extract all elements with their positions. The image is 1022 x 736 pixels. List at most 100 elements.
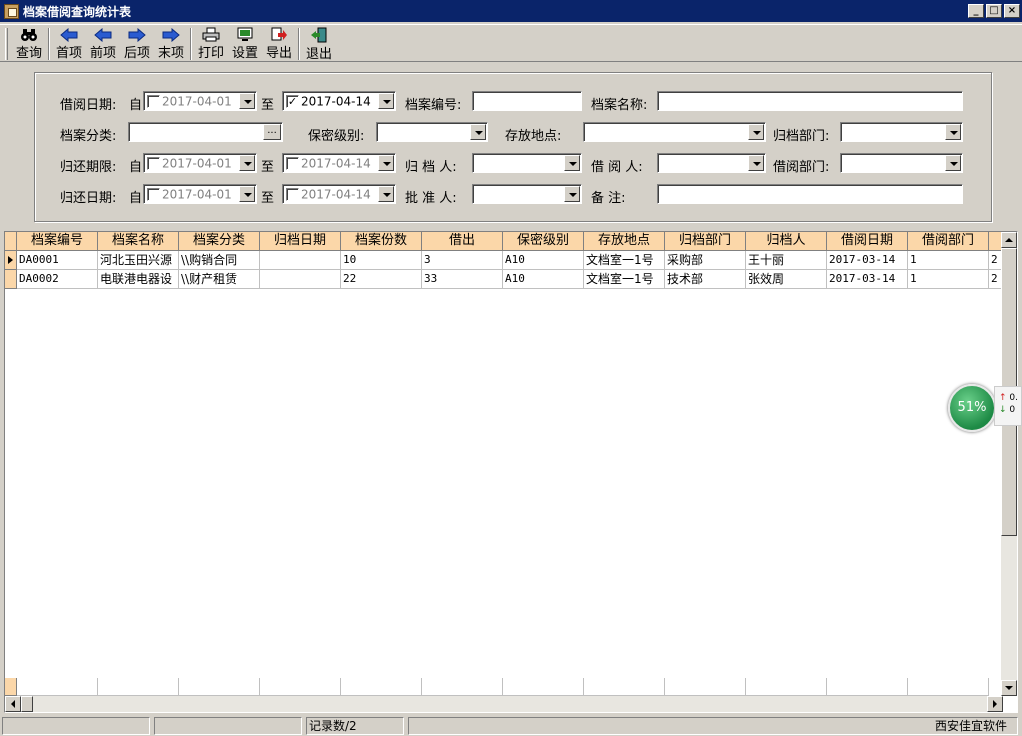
column-header[interactable]: 档案编号 xyxy=(17,232,98,251)
column-header[interactable]: 档案分类 xyxy=(179,232,260,251)
dropdown-arrow-icon[interactable] xyxy=(378,93,394,109)
archive-name-input[interactable] xyxy=(657,91,963,111)
scroll-down-icon[interactable] xyxy=(1001,680,1017,696)
first-button[interactable]: 首项 xyxy=(52,25,86,61)
borrower-label: 借 阅 人: xyxy=(591,160,643,175)
column-header[interactable]: 借阅部门 xyxy=(908,232,989,251)
remark-input[interactable] xyxy=(657,184,963,204)
borrow-date-to[interactable]: ✓ 2017-04-14 xyxy=(282,91,396,111)
table-cell[interactable]: A10 xyxy=(503,270,584,289)
dropdown-arrow-icon[interactable] xyxy=(378,186,394,202)
table-cell[interactable]: \\购销合同 xyxy=(179,251,260,270)
return-to-checkbox[interactable] xyxy=(286,188,299,201)
column-header[interactable]: 保密级别 xyxy=(503,232,584,251)
table-cell[interactable]: 采购部 xyxy=(665,251,746,270)
table-cell[interactable]: 文档室一1号 xyxy=(584,270,665,289)
borrow-dept-select[interactable] xyxy=(840,153,963,173)
next-button[interactable]: 后项 xyxy=(120,25,154,61)
column-header[interactable]: 档案份数 xyxy=(341,232,422,251)
dropdown-arrow-icon[interactable] xyxy=(239,186,255,202)
table-cell[interactable]: A10 xyxy=(503,251,584,270)
ellipsis-button[interactable]: ... xyxy=(263,124,281,140)
table-cell[interactable]: DA0002 xyxy=(17,270,98,289)
table-row[interactable]: DA0001 河北玉田兴源 \\购销合同 10 3 A10 文档室一1号 采购部… xyxy=(5,251,1003,270)
due-date-to[interactable]: 2017-04-14 xyxy=(282,153,396,173)
borrow-from-checkbox[interactable] xyxy=(147,95,160,108)
column-header[interactable]: 归档日期 xyxy=(260,232,341,251)
performance-meter[interactable]: 51% xyxy=(948,384,996,432)
filter-panel: 借阅日期: 自 2017-04-01 至 ✓ 2017-04-14 档案编号: 档… xyxy=(34,72,992,222)
data-grid[interactable]: 档案编号 档案名称 档案分类 归档日期 档案份数 借出 保密级别 存放地点 归档… xyxy=(4,231,1018,713)
table-cell[interactable]: 3 xyxy=(422,251,503,270)
settings-button[interactable]: 设置 xyxy=(228,25,262,61)
dept-select[interactable] xyxy=(840,122,963,142)
table-cell[interactable]: 技术部 xyxy=(665,270,746,289)
dropdown-arrow-icon[interactable] xyxy=(564,155,580,171)
dropdown-arrow-icon[interactable] xyxy=(239,93,255,109)
horizontal-scrollbar[interactable] xyxy=(5,696,1003,712)
query-button[interactable]: 查询 xyxy=(12,25,46,61)
borrower-select[interactable] xyxy=(657,153,766,173)
table-cell[interactable]: \\财产租赁 xyxy=(179,270,260,289)
column-header[interactable]: 存放地点 xyxy=(584,232,665,251)
table-cell[interactable]: 2017-03-14 xyxy=(827,251,908,270)
maximize-button[interactable]: □ xyxy=(986,4,1002,18)
table-cell[interactable]: 文档室一1号 xyxy=(584,251,665,270)
hscroll-thumb[interactable] xyxy=(21,696,33,712)
secret-level-select[interactable] xyxy=(376,122,488,142)
dropdown-arrow-icon[interactable] xyxy=(748,155,764,171)
archiver-select[interactable] xyxy=(472,153,582,173)
minimize-button[interactable]: _ xyxy=(968,4,984,18)
table-cell[interactable]: 张效周 xyxy=(746,270,827,289)
export-button[interactable]: 导出 xyxy=(262,25,296,61)
scroll-left-icon[interactable] xyxy=(5,696,21,712)
table-cell[interactable]: DA0001 xyxy=(17,251,98,270)
prev-button[interactable]: 前项 xyxy=(86,25,120,61)
table-cell[interactable]: 电联港电器设 xyxy=(98,270,179,289)
table-cell[interactable]: 河北玉田兴源 xyxy=(98,251,179,270)
due-date-from[interactable]: 2017-04-01 xyxy=(143,153,257,173)
location-select[interactable] xyxy=(583,122,766,142)
table-cell[interactable]: 1 xyxy=(908,251,989,270)
return-date-to[interactable]: 2017-04-14 xyxy=(282,184,396,204)
print-button[interactable]: 打印 xyxy=(194,25,228,61)
dropdown-arrow-icon[interactable] xyxy=(470,124,486,140)
table-cell[interactable]: 1 xyxy=(908,270,989,289)
due-from-checkbox[interactable] xyxy=(147,157,160,170)
column-header[interactable]: 归档部门 xyxy=(665,232,746,251)
table-cell[interactable]: 33 xyxy=(422,270,503,289)
table-cell[interactable] xyxy=(260,270,341,289)
dropdown-arrow-icon[interactable] xyxy=(564,186,580,202)
table-cell[interactable]: 2017-03-14 xyxy=(827,270,908,289)
table-cell[interactable]: 22 xyxy=(341,270,422,289)
scroll-up-icon[interactable] xyxy=(1001,232,1017,248)
column-header[interactable]: 档案名称 xyxy=(98,232,179,251)
last-button[interactable]: 末项 xyxy=(154,25,188,61)
borrow-to-checkbox[interactable]: ✓ xyxy=(286,95,299,108)
column-header[interactable]: 借出 xyxy=(422,232,503,251)
exit-button[interactable]: 退出 xyxy=(302,25,336,62)
return-from-checkbox[interactable] xyxy=(147,188,160,201)
borrow-date-from[interactable]: 2017-04-01 xyxy=(143,91,257,111)
dropdown-arrow-icon[interactable] xyxy=(945,124,961,140)
dropdown-arrow-icon[interactable] xyxy=(378,155,394,171)
scroll-right-icon[interactable] xyxy=(987,696,1003,712)
dropdown-arrow-icon[interactable] xyxy=(945,155,961,171)
close-button[interactable]: × xyxy=(1004,4,1020,18)
return-date-from[interactable]: 2017-04-01 xyxy=(143,184,257,204)
dropdown-arrow-icon[interactable] xyxy=(748,124,764,140)
window-title: 档案借阅查询统计表 xyxy=(23,4,132,19)
due-to-checkbox[interactable] xyxy=(286,157,299,170)
archive-no-input[interactable] xyxy=(472,91,582,111)
column-header[interactable]: 归档人 xyxy=(746,232,827,251)
table-cell[interactable]: 10 xyxy=(341,251,422,270)
table-cell[interactable] xyxy=(260,251,341,270)
record-count: 记录数/2 xyxy=(306,717,404,735)
dropdown-arrow-icon[interactable] xyxy=(239,155,255,171)
vertical-scrollbar[interactable] xyxy=(1001,232,1017,696)
approver-select[interactable] xyxy=(472,184,582,204)
category-input[interactable]: ... xyxy=(128,122,283,142)
table-cell[interactable]: 王十丽 xyxy=(746,251,827,270)
table-row[interactable]: DA0002 电联港电器设 \\财产租赁 22 33 A10 文档室一1号 技术… xyxy=(5,270,1003,289)
column-header[interactable]: 借阅日期 xyxy=(827,232,908,251)
